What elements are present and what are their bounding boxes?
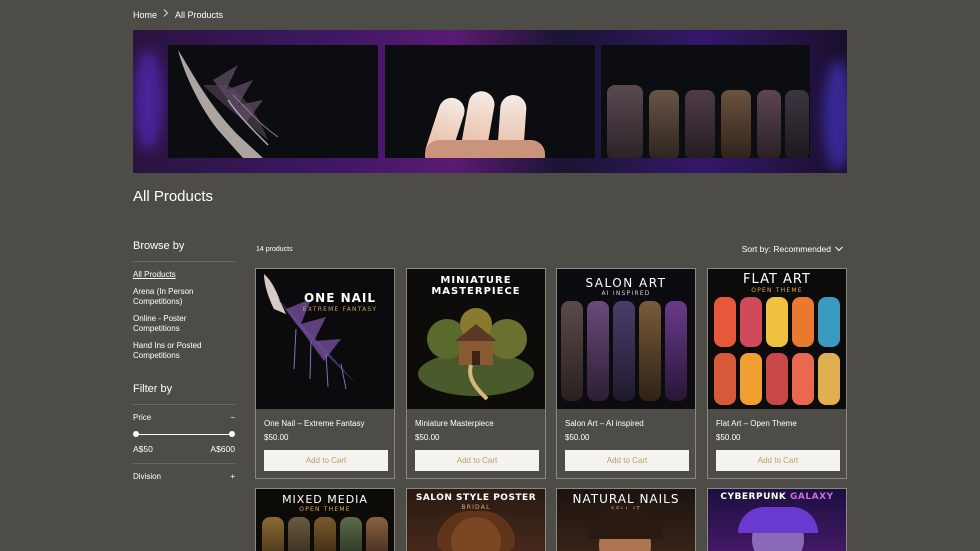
sort-dropdown[interactable]: Sort by: Recommended bbox=[742, 244, 843, 254]
product-image-subtitle: OPEN THEME bbox=[299, 506, 351, 513]
product-card[interactable]: NATURAL NAILS SELL IT bbox=[556, 488, 696, 551]
product-price: $50.00 bbox=[716, 433, 741, 442]
filter-sidebar: Browse by All Products Arena (In Person … bbox=[133, 240, 235, 481]
plus-icon: + bbox=[230, 472, 235, 481]
chevron-right-icon bbox=[163, 9, 169, 20]
product-card[interactable]: FLAT ART OPEN THEME Flat Art – Open Them… bbox=[707, 268, 847, 479]
product-image-title: MIXED MEDIA bbox=[282, 493, 368, 506]
slider-max-handle[interactable] bbox=[229, 431, 235, 437]
category-link-arena[interactable]: Arena (In Person Competitions) bbox=[133, 287, 235, 307]
add-to-cart-button[interactable]: Add to Cart bbox=[565, 450, 689, 471]
breadcrumb-current: All Products bbox=[175, 9, 224, 20]
product-card[interactable]: MIXED MEDIA OPEN THEME bbox=[255, 488, 395, 551]
product-image-title: FLAT ART bbox=[743, 272, 811, 287]
product-image-title-main: CYBERPUNK bbox=[720, 492, 787, 502]
divider bbox=[133, 261, 235, 262]
product-count: 14 products bbox=[256, 246, 293, 253]
product-image-title: NATURAL NAILS bbox=[572, 492, 680, 506]
banner-panel-french-nails bbox=[385, 45, 595, 158]
chevron-down-icon bbox=[835, 244, 843, 254]
product-image-subtitle: OPEN THEME bbox=[751, 287, 803, 294]
price-filter-label: Price bbox=[133, 413, 152, 422]
division-filter-toggle[interactable]: Division + bbox=[133, 472, 235, 481]
filter-by-heading: Filter by bbox=[133, 383, 173, 395]
product-image-subtitle: AI INSPIRED bbox=[601, 290, 651, 297]
add-to-cart-button[interactable]: Add to Cart bbox=[264, 450, 388, 471]
product-card[interactable]: SALON ART AI INSPIRED Salon Art – AI ins… bbox=[556, 268, 696, 479]
slider-track bbox=[135, 434, 233, 435]
product-image[interactable]: ONE NAIL EXTREME FANTASY bbox=[256, 269, 394, 409]
product-card[interactable]: MINIATURE MASTERPIECE Miniature Masterpi… bbox=[406, 268, 546, 479]
product-name[interactable]: Salon Art – AI inspired bbox=[565, 419, 644, 428]
product-price: $50.00 bbox=[565, 433, 590, 442]
price-range-slider[interactable] bbox=[133, 430, 235, 440]
browse-by-heading: Browse by bbox=[133, 240, 185, 252]
product-image[interactable]: NATURAL NAILS SELL IT bbox=[557, 489, 695, 551]
product-card[interactable]: SALON STYLE POSTER BRIDAL bbox=[406, 488, 546, 551]
product-image-subtitle: EXTREME FANTASY bbox=[302, 306, 378, 313]
product-name[interactable]: Flat Art – Open Theme bbox=[716, 419, 797, 428]
price-min-value: A$50 bbox=[133, 444, 153, 454]
product-image-title: SALON STYLE POSTER bbox=[415, 493, 537, 503]
product-card[interactable]: CYBERPUNK GALAXY bbox=[707, 488, 847, 551]
minus-icon: − bbox=[230, 413, 235, 422]
breadcrumb: Home All Products bbox=[133, 9, 223, 20]
product-image-title: ONE NAIL bbox=[303, 291, 377, 305]
product-image[interactable]: CYBERPUNK GALAXY bbox=[708, 489, 846, 551]
page-title: All Products bbox=[133, 188, 214, 205]
category-link-hand-ins[interactable]: Hand Ins or Posted Competitions bbox=[133, 341, 235, 361]
sort-label: Sort by: Recommended bbox=[741, 244, 831, 254]
product-price: $50.00 bbox=[264, 433, 289, 442]
breadcrumb-home-link[interactable]: Home bbox=[133, 10, 157, 20]
category-link-online-poster[interactable]: Online - Poster Competitions bbox=[133, 314, 235, 334]
slider-min-handle[interactable] bbox=[133, 431, 139, 437]
add-to-cart-button[interactable]: Add to Cart bbox=[716, 450, 840, 471]
product-price: $50.00 bbox=[415, 433, 440, 442]
product-image[interactable]: FLAT ART OPEN THEME bbox=[708, 269, 846, 409]
category-link-all-products[interactable]: All Products bbox=[133, 270, 235, 280]
banner-panel-salon-art-tips bbox=[601, 45, 810, 158]
category-banner-image bbox=[133, 30, 847, 173]
division-filter-label: Division bbox=[133, 472, 162, 481]
price-filter-toggle[interactable]: Price − bbox=[133, 413, 235, 422]
divider bbox=[133, 404, 235, 405]
add-to-cart-button[interactable]: Add to Cart bbox=[415, 450, 539, 471]
product-image-title: CYBERPUNK GALAXY bbox=[708, 492, 846, 502]
price-range-values: A$50 A$600 bbox=[133, 444, 235, 454]
product-image-subtitle: BRIDAL bbox=[461, 504, 491, 511]
price-max-value: A$600 bbox=[210, 444, 235, 454]
banner-panel-fantasy-claw bbox=[168, 45, 378, 158]
product-image-title: SALON ART bbox=[585, 276, 667, 290]
product-name[interactable]: Miniature Masterpiece bbox=[415, 419, 494, 428]
product-image[interactable]: SALON STYLE POSTER BRIDAL bbox=[407, 489, 545, 551]
product-image[interactable]: MINIATURE MASTERPIECE bbox=[407, 269, 545, 409]
product-image-title-accent: GALAXY bbox=[790, 492, 834, 502]
product-image[interactable]: MIXED MEDIA OPEN THEME bbox=[256, 489, 394, 551]
product-image[interactable]: SALON ART AI INSPIRED bbox=[557, 269, 695, 409]
divider bbox=[133, 463, 235, 464]
product-name[interactable]: One Nail – Extreme Fantasy bbox=[264, 419, 364, 428]
product-card[interactable]: ONE NAIL EXTREME FANTASY One Nail – Extr… bbox=[255, 268, 395, 479]
